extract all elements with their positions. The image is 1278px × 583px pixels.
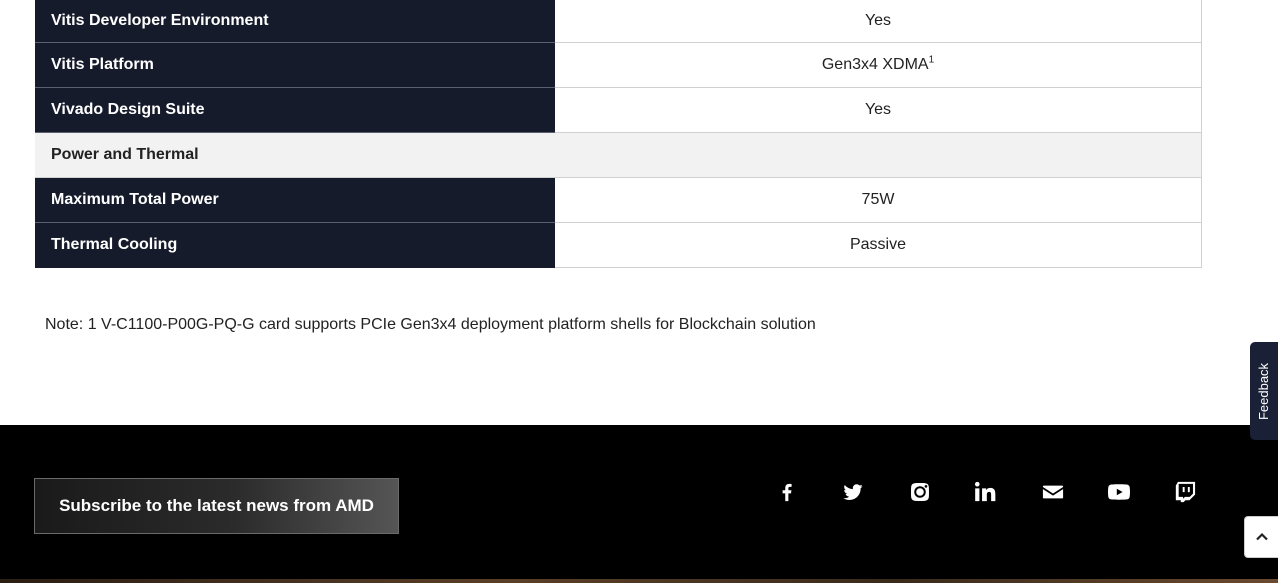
value-text: Gen3x4 XDMA xyxy=(821,56,929,73)
row-value: Yes xyxy=(555,0,1202,43)
row-value: 75W xyxy=(555,177,1202,223)
facebook-icon[interactable] xyxy=(772,477,802,507)
table-row: Maximum Total Power 75W xyxy=(35,177,1202,223)
row-label: Maximum Total Power xyxy=(35,177,555,223)
chevron-up-icon xyxy=(1255,532,1268,541)
row-value: Gen3x4 XDMA1 xyxy=(555,42,1202,88)
table-row: Vitis Platform Gen3x4 XDMA1 xyxy=(35,42,1202,88)
linkedin-icon[interactable] xyxy=(971,477,1001,507)
back-to-top-button[interactable] xyxy=(1244,516,1278,558)
twitter-icon[interactable] xyxy=(838,477,868,507)
subscribe-button[interactable]: Subscribe to the latest news from AMD xyxy=(34,478,399,534)
footnote-marker: 1 xyxy=(928,54,935,66)
youtube-icon[interactable] xyxy=(1104,477,1134,507)
feedback-tab[interactable]: Feedback xyxy=(1250,342,1278,440)
row-label: Vitis Platform xyxy=(35,42,555,88)
row-label: Vitis Developer Environment xyxy=(35,0,555,43)
table-row: Thermal Cooling Passive xyxy=(35,222,1202,268)
footnote-text: Note: 1 V-C1100-P00G-PQ-G card supports … xyxy=(45,316,816,333)
footer-image-strip xyxy=(0,579,1278,583)
instagram-icon[interactable] xyxy=(905,477,935,507)
section-header-row: Power and Thermal xyxy=(35,132,1202,178)
table-row: Vivado Design Suite Yes xyxy=(35,87,1202,133)
table-row: Vitis Developer Environment Yes xyxy=(35,0,1202,43)
footer: Subscribe to the latest news from AMD xyxy=(0,425,1278,583)
row-value: Passive xyxy=(555,222,1202,268)
feedback-label: Feedback xyxy=(1256,362,1272,420)
section-header: Power and Thermal xyxy=(35,132,1202,178)
row-label: Thermal Cooling xyxy=(35,222,555,268)
row-value: Yes xyxy=(555,87,1202,133)
email-icon[interactable] xyxy=(1038,477,1068,507)
spec-table: Vitis Developer Environment Yes Vitis Pl… xyxy=(35,0,1202,268)
twitch-icon[interactable] xyxy=(1170,477,1200,507)
row-label: Vivado Design Suite xyxy=(35,87,555,133)
